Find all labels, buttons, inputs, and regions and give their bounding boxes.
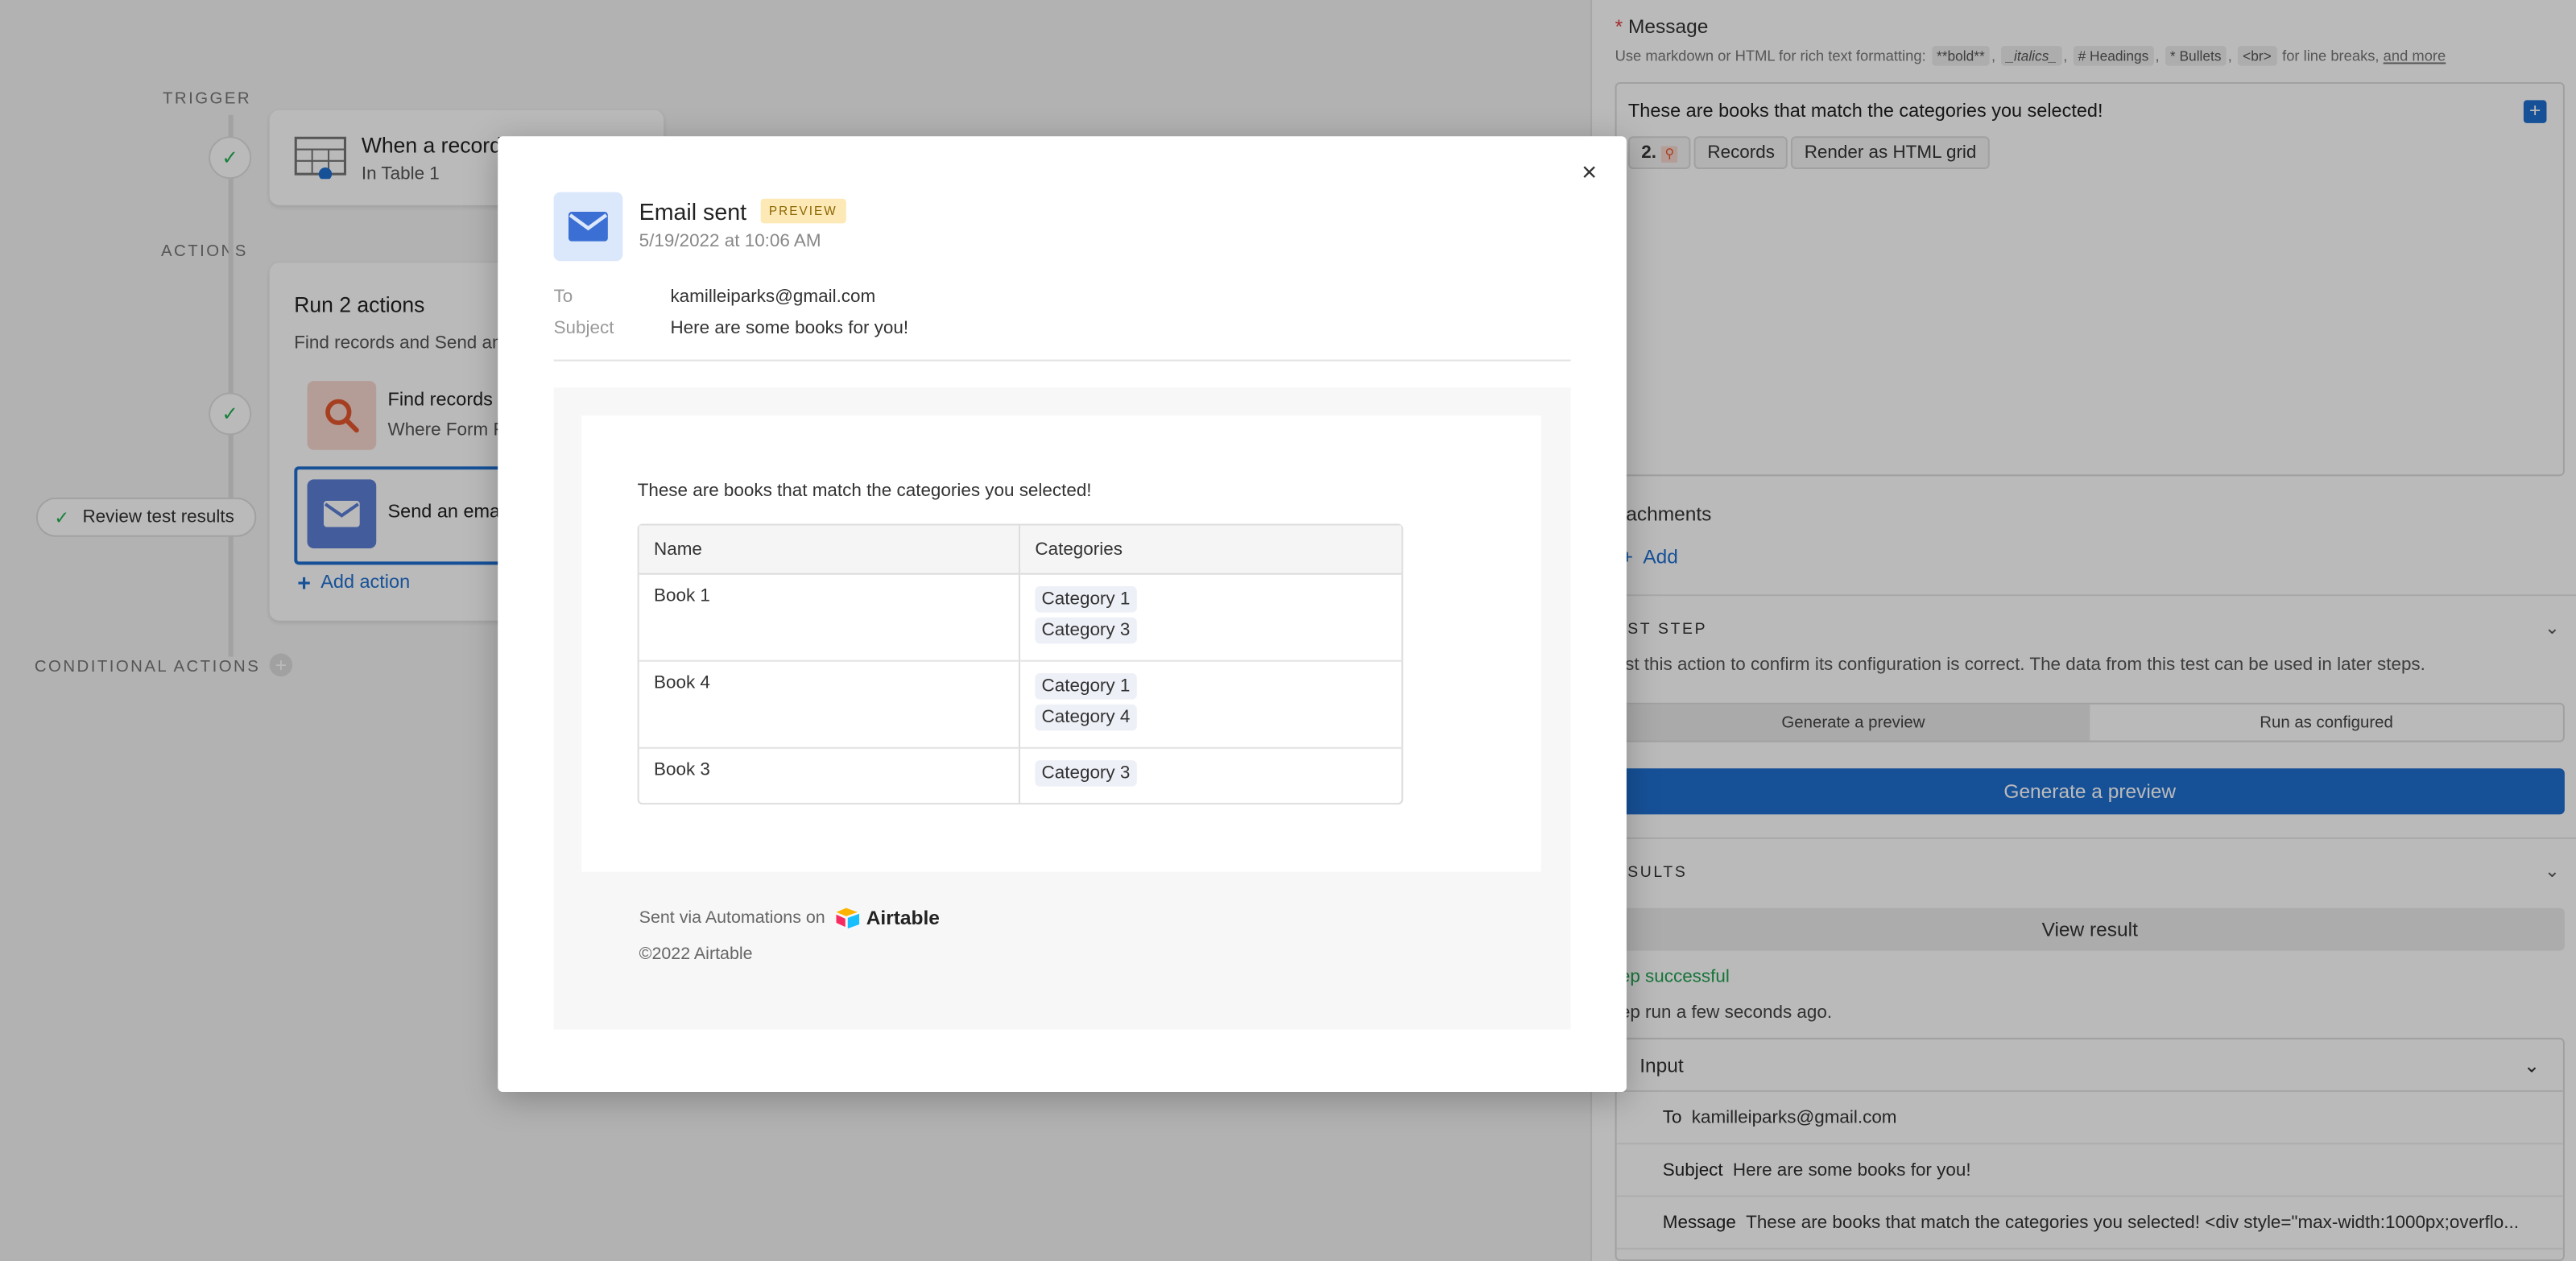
email-icon (553, 192, 623, 262)
subject-label: Subject (553, 318, 614, 339)
table-row: Book 3 Category 3 (639, 748, 1402, 804)
email-body: These are books that match the categorie… (553, 387, 1571, 1030)
airtable-logo-icon (837, 908, 860, 929)
close-icon[interactable]: × (1582, 159, 1597, 189)
book-name-cell: Book 4 (639, 661, 1021, 749)
preview-badge: PREVIEW (760, 198, 846, 224)
to-label: To (553, 287, 573, 308)
category-chip: Category 3 (1035, 617, 1137, 644)
table-row: Book 1 Category 1 Category 3 (639, 574, 1402, 662)
category-chip: Category 1 (1035, 673, 1137, 700)
table-row: Book 4 Category 1 Category 4 (639, 661, 1402, 749)
sent-via-text: Sent via Automations on (639, 908, 825, 928)
sent-via-footer: Sent via Automations on Airtable (639, 907, 940, 930)
copyright-text: ©2022 Airtable (639, 944, 753, 964)
email-preview-modal: × Email sent PREVIEW 5/19/2022 at 10:06 … (498, 136, 1627, 1093)
airtable-logo: Airtable (835, 907, 940, 929)
to-value: kamilleiparks@gmail.com (670, 287, 876, 308)
categories-cell: Category 1 Category 4 (1020, 662, 1402, 749)
subject-value: Here are some books for you! (670, 318, 909, 339)
table-header-row: Name Categories (639, 525, 1402, 575)
column-header-categories: Categories (1020, 525, 1402, 575)
book-name-cell: Book 3 (639, 748, 1021, 804)
book-name-cell: Book 1 (639, 574, 1021, 662)
category-chip: Category 3 (1035, 760, 1137, 787)
books-table: Name Categories Book 1 Category 1 Catego… (637, 523, 1404, 805)
category-chip: Category 1 (1035, 585, 1137, 613)
categories-cell: Category 1 Category 3 (1020, 575, 1402, 662)
divider (553, 359, 1571, 362)
email-content-card: These are books that match the categorie… (581, 415, 1541, 872)
email-intro-text: These are books that match the categorie… (637, 481, 1092, 501)
column-header-name: Name (639, 525, 1021, 575)
email-date: 5/19/2022 at 10:06 AM (639, 231, 821, 251)
email-title: Email sent (639, 198, 747, 225)
categories-cell: Category 3 (1020, 749, 1401, 803)
category-chip: Category 4 (1035, 704, 1137, 731)
